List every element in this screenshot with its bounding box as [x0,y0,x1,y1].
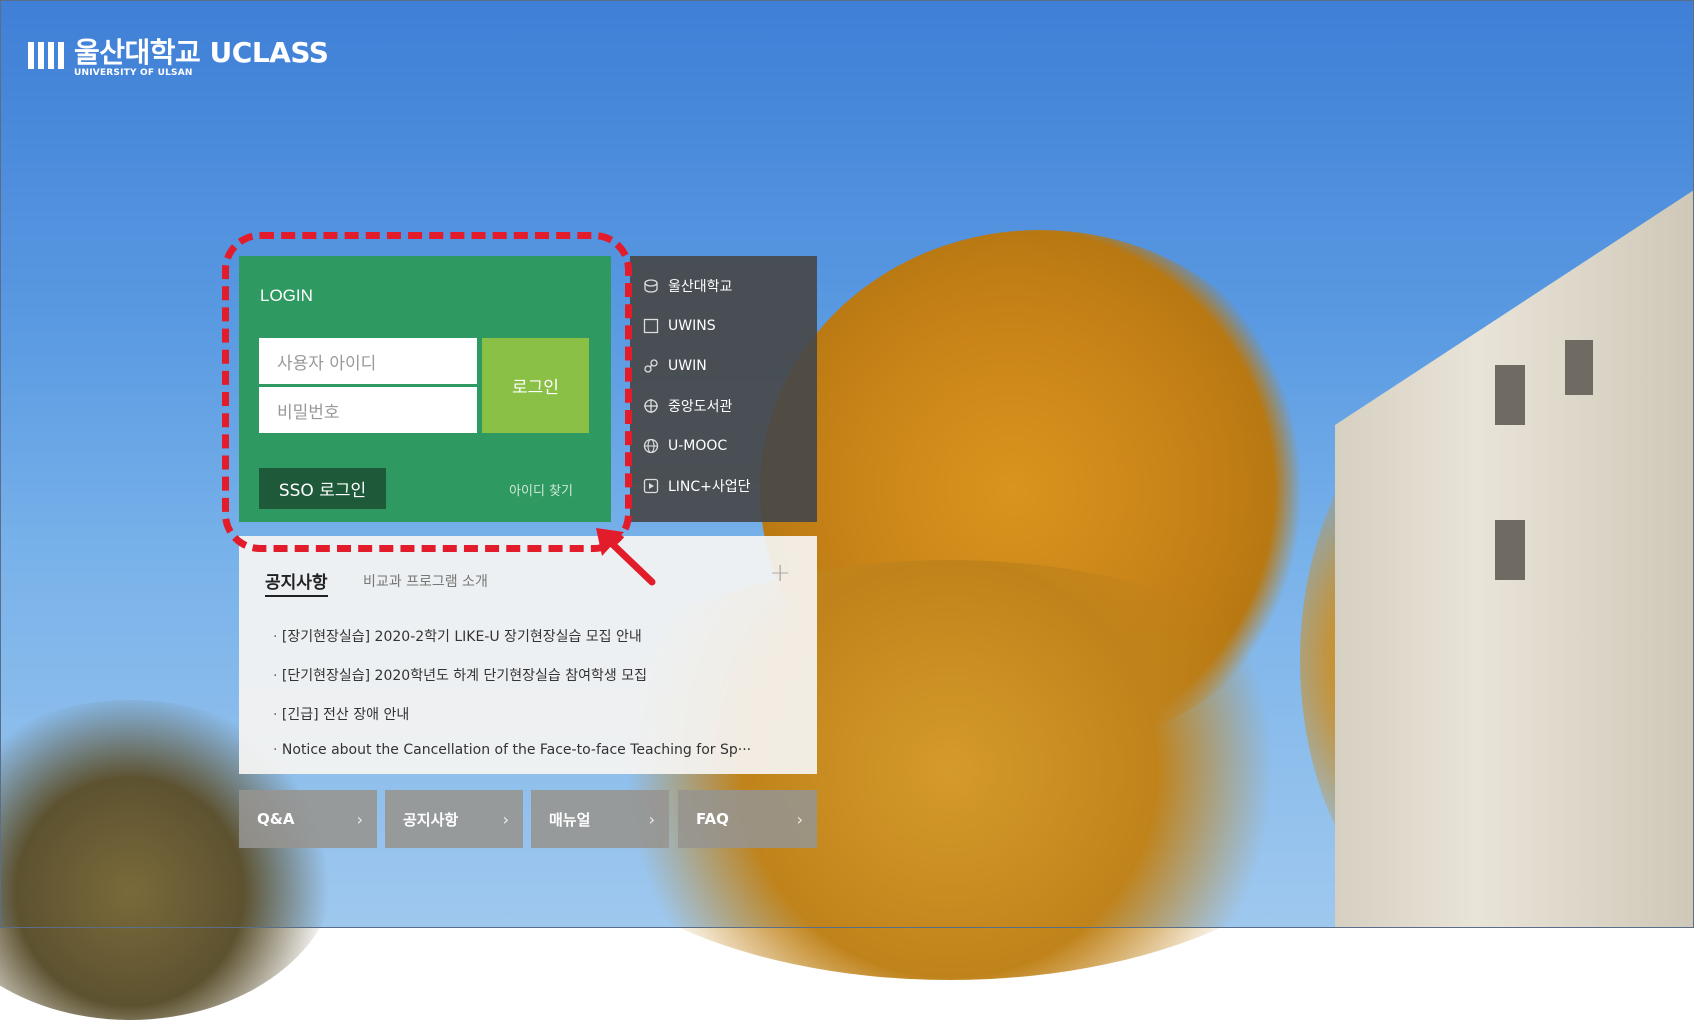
logo-mark [28,42,64,69]
quick-link-label: Q&A [257,810,295,828]
tab-extracurricular[interactable]: 비교과 프로그램 소개 [363,571,488,591]
link-uwin[interactable]: UWIN [642,353,707,379]
university-icon [642,277,660,295]
logo-subtitle: UNIVERSITY OF ULSAN [74,68,193,78]
link-icon [642,357,660,375]
quick-link-label: 매뉴얼 [549,810,591,829]
quick-link-label: FAQ [696,810,729,828]
logo-title: 울산대학교 UCLASS [74,36,329,69]
side-item-label: 울산대학교 [668,279,733,295]
login-title: LOGIN [260,286,313,305]
user-id-input[interactable]: 사용자 아이디 [259,338,477,384]
quick-link-manual[interactable]: 매뉴얼 › [531,790,669,848]
building [1335,190,1694,928]
notice-item[interactable]: [단기현장실습] 2020학년도 하계 단기현장실습 참여학생 모집 [273,665,803,685]
side-item-label: 중앙도서관 [668,399,733,415]
crosshair-icon [642,397,660,415]
login-panel: LOGIN 사용자 아이디 비밀번호 로그인 SSO 로그인 아이디 찾기 [239,256,611,522]
password-input[interactable]: 비밀번호 [259,387,477,433]
link-u-mooc[interactable]: U-MOOC [642,433,727,459]
play-icon [642,477,660,495]
chevron-right-icon: › [796,809,803,829]
window-icon [642,317,660,335]
site-logo[interactable]: 울산대학교 UCLASS UNIVERSITY OF ULSAN [28,36,329,79]
notice-board: 공지사항 비교과 프로그램 소개 + [장기현장실습] 2020-2학기 LIK… [239,536,817,774]
quick-link-notices[interactable]: 공지사항 › [385,790,523,848]
sso-login-button[interactable]: SSO 로그인 [259,468,386,509]
notice-item[interactable]: Notice about the Cancellation of the Fac… [273,742,803,758]
chevron-right-icon: › [502,809,509,829]
chevron-right-icon: › [356,809,363,829]
quick-link-qna[interactable]: Q&A › [239,790,377,848]
more-plus-icon[interactable]: + [769,558,791,588]
side-item-label: UWINS [668,318,716,334]
chevron-right-icon: › [648,809,655,829]
link-central-library[interactable]: 중앙도서관 [642,393,732,419]
quick-link-faq[interactable]: FAQ › [678,790,817,848]
notice-item[interactable]: [장기현장실습] 2020-2학기 LIKE-U 장기현장실습 모집 안내 [273,626,803,646]
notice-item[interactable]: [긴급] 전산 장애 안내 [273,704,803,724]
side-item-label: UWIN [668,358,707,374]
quick-link-label: 공지사항 [403,810,459,829]
link-uwins[interactable]: UWINS [642,313,716,339]
link-linc[interactable]: LINC+사업단 [642,473,751,499]
side-item-label: LINC+사업단 [668,479,751,495]
login-button[interactable]: 로그인 [482,338,589,433]
external-links-panel: 울산대학교 UWINS UWIN 중앙도서관 U-MOOC LINC+사업단 [630,256,817,522]
side-item-label: U-MOOC [668,438,728,454]
link-ulsan-univ[interactable]: 울산대학교 [642,273,732,299]
tab-notices[interactable]: 공지사항 [265,568,328,597]
globe-icon [642,437,660,455]
find-id-link[interactable]: 아이디 찾기 [509,480,573,499]
